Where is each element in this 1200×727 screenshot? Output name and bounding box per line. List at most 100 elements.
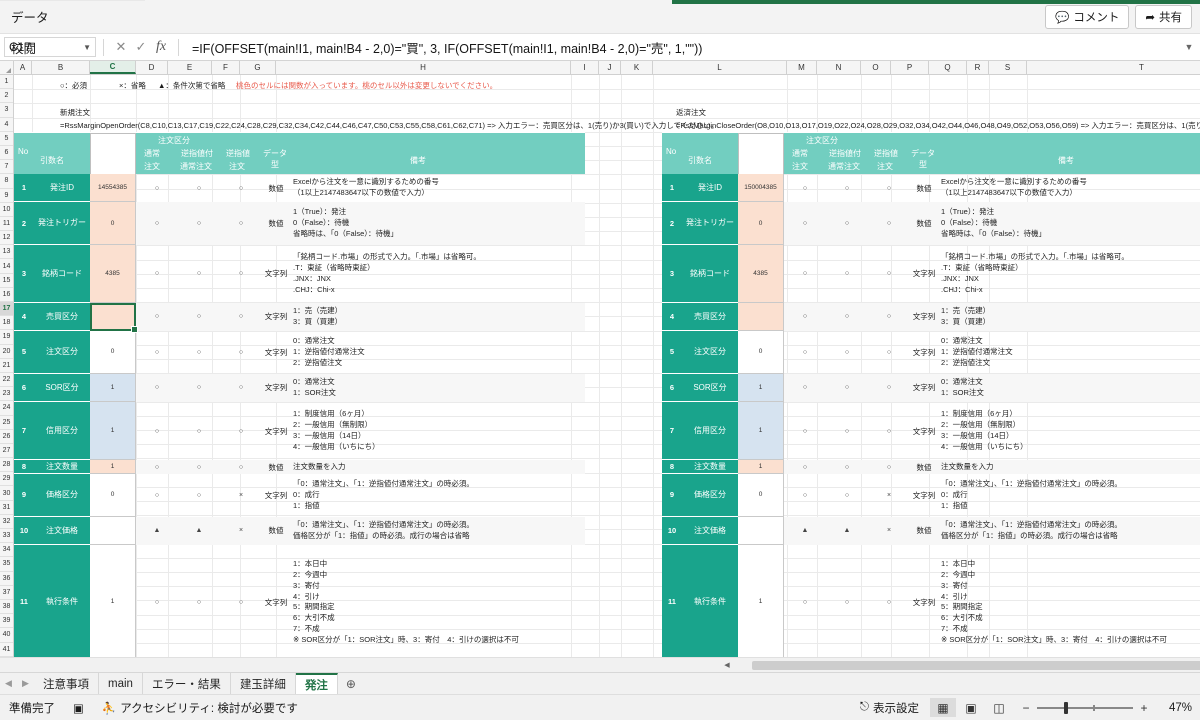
- row-header-31[interactable]: 31: [0, 500, 13, 515]
- left-row-value[interactable]: 14554385: [90, 174, 136, 203]
- left-row-value[interactable]: 4385: [90, 245, 136, 303]
- column-header-E[interactable]: E: [168, 61, 212, 74]
- column-header-B[interactable]: B: [32, 61, 90, 74]
- zoom-slider[interactable]: − +: [1014, 701, 1156, 715]
- column-header-N[interactable]: N: [817, 61, 861, 74]
- row-header-32[interactable]: 32: [0, 514, 13, 529]
- table-row[interactable]: 9 価格区分 0 ○ ○ × 文字列 「0：通常注文」、「1：逆指値付通常注文」の時必須。 0：…: [14, 474, 585, 517]
- row-header-16[interactable]: 16: [0, 287, 13, 302]
- table-row[interactable]: 8 注文数量 1 ○ ○ ○ 数値 注文数量を入力: [662, 460, 1200, 475]
- column-header-Q[interactable]: Q: [929, 61, 967, 74]
- row-header-27[interactable]: 27: [0, 443, 13, 459]
- left-row-value[interactable]: 0: [90, 331, 136, 374]
- zoom-level-label[interactable]: 47%: [1158, 702, 1192, 714]
- table-row[interactable]: 2 発注トリガー 0 ○ ○ ○ 数値 1（True）：発注 0（False）：待機 省略時は、「…: [14, 202, 585, 245]
- right-row-value[interactable]: 1: [738, 373, 784, 403]
- right-row-value[interactable]: 1: [738, 402, 784, 460]
- column-header-J[interactable]: J: [599, 61, 621, 74]
- zoom-thumb[interactable]: [1064, 701, 1068, 714]
- column-header-R[interactable]: R: [967, 61, 989, 74]
- page-break-icon[interactable]: ◫: [986, 698, 1012, 717]
- column-header-S[interactable]: S: [989, 61, 1027, 74]
- row-header-6[interactable]: 6: [0, 145, 13, 161]
- row-header-30[interactable]: 30: [0, 486, 13, 501]
- record-macro-button[interactable]: ▣: [64, 701, 93, 715]
- table-row[interactable]: 2 発注トリガー 0 ○ ○ ○ 数値 1（True）：発注 0（False）：待機 省略時は、「…: [662, 202, 1200, 245]
- row-header-12[interactable]: 12: [0, 231, 13, 246]
- select-all-corner[interactable]: [0, 61, 14, 74]
- table-row[interactable]: 1 発注ID 150004385 ○ ○ ○ 数値 Excelから注文を一意に識別するための番…: [662, 174, 1200, 203]
- right-row-value[interactable]: 150004385: [738, 174, 784, 203]
- table-row[interactable]: 4 売買区分 ○ ○ ○ 文字列 1：売（売建） 3：買（買建）: [14, 302, 585, 334]
- column-header-D[interactable]: D: [136, 61, 168, 74]
- row-header-24[interactable]: 24: [0, 401, 13, 416]
- table-row[interactable]: 7 信用区分 1 ○ ○ ○ 文字列 1：制度信用（6ヶ月） 2：一般信用（無制限） 3：一般信用…: [662, 402, 1200, 460]
- table-row[interactable]: 6 SOR区分 1 ○ ○ ○ 文字列 0：通常注文 1：SOR注文: [662, 373, 1200, 403]
- row-header-9[interactable]: 9: [0, 188, 13, 203]
- column-header-I[interactable]: I: [571, 61, 599, 74]
- ribbon-tab-7[interactable]: 校閲: [0, 32, 145, 63]
- row-header-14[interactable]: 14: [0, 259, 13, 274]
- column-header-O[interactable]: O: [861, 61, 891, 74]
- table-row[interactable]: 11 執行条件 1 ○ ○ ○ 文字列 1：本日中 2：今週中 3：寄付 4：引け 5：期間指定 6：大…: [14, 545, 585, 657]
- left-row-value[interactable]: [90, 302, 138, 334]
- row-header-19[interactable]: 19: [0, 330, 13, 345]
- column-header-A[interactable]: A: [14, 61, 32, 74]
- row-header-20[interactable]: 20: [0, 344, 13, 359]
- row-header-3[interactable]: 3: [0, 103, 13, 118]
- page-layout-icon[interactable]: ▣: [958, 698, 984, 717]
- right-header-value-cell[interactable]: [738, 133, 784, 175]
- column-header-C[interactable]: C: [90, 61, 136, 74]
- comment-button[interactable]: 💬 コメント: [1045, 4, 1130, 29]
- right-row-value[interactable]: 1: [738, 460, 784, 475]
- function-icon[interactable]: fx: [151, 39, 171, 55]
- accessibility-status[interactable]: ⛹ アクセシビリティ: 検討が必要です: [93, 700, 307, 716]
- column-header-L[interactable]: L: [653, 61, 787, 74]
- chevron-left-icon[interactable]: ◀: [0, 673, 17, 694]
- row-header-21[interactable]: 21: [0, 358, 13, 373]
- table-row[interactable]: 3 銘柄コード 4385 ○ ○ ○ 文字列 「銘柄コード.市場」の形式で入力。「.市場」は省…: [662, 245, 1200, 303]
- share-button[interactable]: ➦ 共有: [1135, 4, 1192, 29]
- table-row[interactable]: 5 注文区分 0 ○ ○ ○ 文字列 0：通常注文 1：逆指値付通常注文 2：逆指値注文: [662, 331, 1200, 374]
- column-header-T[interactable]: T: [1027, 61, 1200, 74]
- zoom-in-button[interactable]: +: [1138, 701, 1150, 715]
- chevron-down-icon[interactable]: ▼: [1178, 42, 1200, 52]
- row-header-1[interactable]: 1: [0, 75, 13, 90]
- row-header-17[interactable]: 17: [0, 302, 13, 317]
- display-settings-button[interactable]: ⎋ 表示設定: [851, 700, 928, 716]
- row-header-37[interactable]: 37: [0, 585, 13, 600]
- sheet-tab-2[interactable]: エラー・結果: [143, 673, 231, 694]
- table-row[interactable]: 8 注文数量 1 ○ ○ ○ 数値 注文数量を入力: [14, 460, 585, 475]
- left-row-value[interactable]: 1: [90, 460, 136, 475]
- chevron-right-icon[interactable]: ▶: [17, 673, 34, 694]
- sheet-tab-4[interactable]: 発注: [295, 673, 338, 694]
- grid-view-icon[interactable]: ▦: [930, 698, 956, 717]
- scrollbar-track[interactable]: [736, 659, 1200, 671]
- column-header-H[interactable]: H: [276, 61, 571, 74]
- left-row-value[interactable]: 1: [90, 545, 136, 657]
- row-header-28[interactable]: 28: [0, 458, 13, 473]
- row-header-7[interactable]: 7: [0, 160, 13, 175]
- column-header-K[interactable]: K: [621, 61, 653, 74]
- sheet-canvas[interactable]: ○：必須 ×：省略 ▲：条件次第で省略 桃色のセルには関数が入っています。桃のセ…: [14, 75, 1200, 657]
- row-header-5[interactable]: 5: [0, 131, 13, 146]
- left-row-value[interactable]: 0: [90, 202, 136, 245]
- scrollbar-thumb[interactable]: [752, 660, 1200, 670]
- row-header-4[interactable]: 4: [0, 117, 13, 132]
- row-header-18[interactable]: 18: [0, 316, 13, 331]
- row-header-40[interactable]: 40: [0, 628, 13, 643]
- sheet-tab-1[interactable]: main: [99, 673, 143, 694]
- formula-input[interactable]: [186, 36, 1178, 58]
- zoom-track[interactable]: [1037, 701, 1133, 714]
- row-header-11[interactable]: 11: [0, 216, 13, 232]
- row-header-41[interactable]: 41: [0, 642, 13, 657]
- right-row-value[interactable]: 0: [738, 474, 784, 517]
- right-row-value[interactable]: [738, 516, 784, 546]
- table-row[interactable]: 10 注文価格 ▲ ▲ × 数値 「0：通常注文」、「1：逆指値付通常注文」の時必須。 価格区…: [14, 516, 585, 546]
- row-header-25[interactable]: 25: [0, 415, 13, 430]
- sheet-tab-0[interactable]: 注意事項: [34, 673, 99, 694]
- right-row-value[interactable]: 1: [738, 545, 784, 657]
- table-row[interactable]: 10 注文価格 ▲ ▲ × 数値 「0：通常注文」、「1：逆指値付通常注文」の時必須。 価格区…: [662, 516, 1200, 546]
- row-header-38[interactable]: 38: [0, 599, 13, 615]
- left-row-value[interactable]: 1: [90, 402, 136, 460]
